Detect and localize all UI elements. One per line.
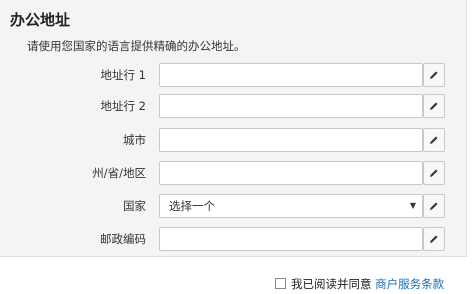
terms-agreement: 我已阅读并同意 商户服务条款 [275, 276, 444, 291]
state-input[interactable] [160, 162, 422, 184]
pencil-icon [430, 169, 438, 177]
address-line-2-row: 地址行 2 [0, 94, 466, 118]
address-line-2-label: 地址行 2 [100, 99, 146, 113]
country-label: 国家 [123, 199, 146, 213]
merchant-terms-link[interactable]: 商户服务条款 [375, 277, 444, 291]
country-selected-value: 选择一个 [169, 199, 215, 213]
postal-code-input[interactable] [160, 228, 422, 250]
address-line-1-field[interactable] [159, 63, 423, 87]
terms-checkbox[interactable] [275, 278, 286, 289]
terms-agreement-text: 我已阅读并同意 [291, 277, 372, 291]
state-edit-button[interactable] [423, 161, 445, 185]
state-field[interactable] [159, 161, 423, 185]
dropdown-caret-icon: ▼ [409, 201, 416, 210]
address-line-1-edit-button[interactable] [423, 63, 445, 87]
section-title: 办公地址 [10, 11, 71, 29]
postal-code-label: 邮政编码 [100, 232, 146, 246]
state-label: 州/省/地区 [92, 166, 146, 180]
city-input[interactable] [160, 129, 422, 151]
pencil-icon [430, 202, 438, 210]
country-row: 国家 选择一个 ▼ [0, 194, 466, 218]
address-line-2-field[interactable] [159, 94, 423, 118]
country-edit-button[interactable] [423, 194, 445, 218]
postal-code-edit-button[interactable] [423, 227, 445, 251]
address-line-2-edit-button[interactable] [423, 94, 445, 118]
city-row: 城市 [0, 128, 466, 152]
pencil-icon [430, 235, 438, 243]
address-line-1-label: 地址行 1 [100, 68, 146, 82]
pencil-icon [430, 71, 438, 79]
city-field[interactable] [159, 128, 423, 152]
postal-code-row: 邮政编码 [0, 227, 466, 251]
postal-code-field[interactable] [159, 227, 423, 251]
office-address-panel: 办公地址 请使用您国家的语言提供精确的办公地址。 地址行 1 地址行 2 城市 [0, 0, 467, 257]
pencil-icon [430, 136, 438, 144]
address-line-2-input[interactable] [160, 95, 422, 117]
state-row: 州/省/地区 [0, 161, 466, 185]
country-select[interactable]: 选择一个 ▼ [159, 194, 423, 218]
city-label: 城市 [123, 133, 146, 147]
section-description: 请使用您国家的语言提供精确的办公地址。 [27, 39, 246, 53]
address-line-1-input[interactable] [160, 64, 422, 86]
address-line-1-row: 地址行 1 [0, 63, 466, 87]
pencil-icon [430, 102, 438, 110]
city-edit-button[interactable] [423, 128, 445, 152]
